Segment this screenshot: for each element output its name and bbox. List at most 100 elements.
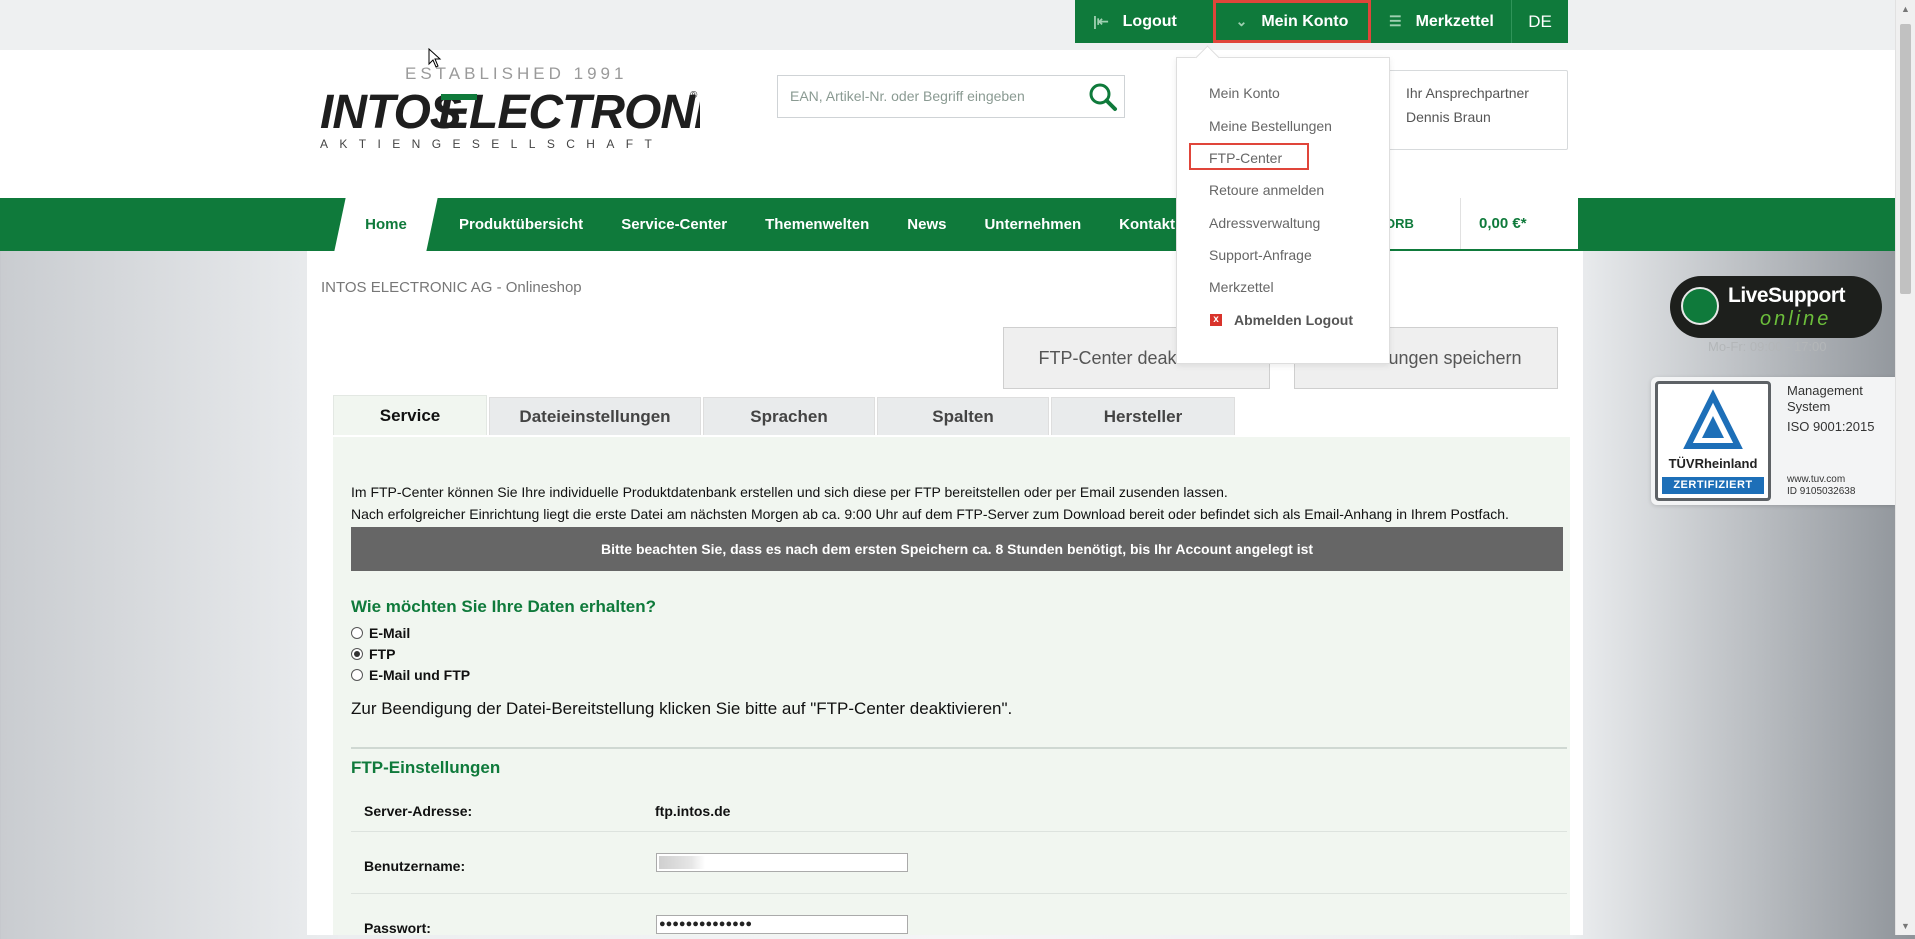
live-support-status: online [1760,308,1832,330]
option-ftp-label: FTP [369,646,396,662]
logout-link[interactable]: |⇤ Logout [1075,0,1213,43]
search-button[interactable] [1088,82,1118,112]
language-switcher[interactable]: DE [1511,0,1568,43]
tuv-web: www.tuv.com [1787,474,1846,485]
tuv-id: ID 9105032638 [1787,486,1856,497]
contact-person-box[interactable]: Ihr Ansprechpartner Dennis Braun [1378,70,1568,150]
dropdown-item-mein-konto[interactable]: Mein Konto [1209,85,1280,101]
scroll-up-icon[interactable]: ▲ [1896,0,1915,18]
mein-konto-dropdown: Mein Konto Meine Bestellungen FTP-Center… [1176,57,1390,364]
main-content: INTOS ELECTRONIC AG - Onlineshop FTP-Cen… [307,251,1583,936]
scrollbar-thumb[interactable] [1900,24,1911,294]
nav-produktuebersicht[interactable]: Produktübersicht [440,216,602,233]
tuv-line-3: ISO 9001:2015 [1787,419,1875,434]
tab-dateieinstellungen[interactable]: Dateieinstellungen [489,397,701,435]
search-box [777,75,1125,118]
tuv-certificate-badge[interactable]: TÜVRheinland ZERTIFIZIERT Management Sys… [1651,377,1895,505]
page-scrollbar[interactable]: ▲ ▼ [1895,0,1915,935]
dropdown-item-ftp-center[interactable]: FTP-Center [1209,150,1282,166]
option-email-and-ftp[interactable]: E-Mail und FTP [351,667,470,683]
ftp-settings-heading: FTP-Einstellungen [351,758,501,777]
radio-ftp[interactable] [351,648,363,660]
tuv-system-text: Management System ISO 9001:2015 [1787,383,1874,435]
list-icon: ☰ [1389,13,1402,29]
option-email-label: E-Mail [369,625,411,641]
live-support-widget[interactable]: LiveSupport online [1670,276,1882,338]
search-input[interactable] [778,76,1102,116]
nav-home[interactable]: Home [334,198,438,251]
logo-green-bar [441,94,477,100]
dropdown-item-adressverwaltung[interactable]: Adressverwaltung [1209,215,1320,231]
server-address-row: Server-Adresse: ftp.intos.de [351,783,1567,832]
header-top-strip [0,0,1895,50]
merkzettel-link[interactable]: ☰ Merkzettel [1371,0,1511,43]
mouse-cursor-icon [428,48,442,68]
logo-brand-right: ELECTRONIC [438,86,700,139]
tab-sprachen[interactable]: Sprachen [703,397,875,435]
logout-icon: |⇤ [1093,13,1109,29]
service-intro: Im FTP-Center können Sie Ihre individuel… [351,481,1509,525]
svg-text:®: ® [690,90,698,101]
server-address-label: Server-Adresse: [364,803,473,819]
dropdown-item-merkzettel[interactable]: Merkzettel [1209,279,1274,295]
username-row: Benutzername: [351,832,1567,894]
intos-logo[interactable]: ESTABLISHED 1991 INTOS ELECTRONIC ® AKTI… [320,64,700,154]
nav-news[interactable]: News [888,216,965,233]
top-account-bar: |⇤ Logout ⌄ Mein Konto ☰ Merkzettel DE [1075,0,1568,43]
cart-widget[interactable]: ORB 0,00 €* [1367,198,1578,249]
option-email[interactable]: E-Mail [351,625,410,641]
contact-name: Dennis Braun [1406,109,1491,125]
deactivate-instruction: Zur Beendigung der Datei-Bereitstellung … [351,699,1013,718]
nav-unternehmen[interactable]: Unternehmen [965,216,1100,233]
tab-service[interactable]: Service [333,395,487,435]
contact-title: Ihr Ansprechpartner [1406,85,1529,101]
live-support-title: LiveSupport [1728,284,1846,307]
notice-banner: Bitte beachten Sie, dass es nach dem ers… [351,527,1563,571]
radio-email-and-ftp[interactable] [351,669,363,681]
username-field[interactable] [656,853,908,872]
password-field[interactable]: ●●●●●●●●●●●●●● [656,915,908,934]
scroll-down-icon[interactable]: ▼ [1896,917,1915,935]
option-email-and-ftp-label: E-Mail und FTP [369,667,471,683]
live-support-hours: Mo-Fr: 09:00 - 17:00 [1708,339,1827,354]
live-support-status-icon [1681,287,1719,325]
merkzettel-label: Merkzettel [1415,12,1494,30]
redacted-username [659,856,705,869]
logout-label: Logout [1122,12,1177,30]
close-icon: x [1210,314,1222,326]
breadcrumb[interactable]: INTOS ELECTRONIC AG - Onlineshop [321,279,582,296]
header: |⇤ Logout ⌄ Mein Konto ☰ Merkzettel DE E… [0,0,1895,198]
dropdown-item-support-anfrage[interactable]: Support-Anfrage [1209,247,1312,263]
dropdown-item-logout[interactable]: x Abmelden Logout [1210,312,1353,328]
radio-email[interactable] [351,627,363,639]
cart-price: 0,00 €* [1460,198,1527,249]
logo-wordmark: INTOS ELECTRONIC ® AKTIENGESELLSCHAFT [320,86,700,151]
nav-themenwelten[interactable]: Themenwelten [746,216,888,233]
tuv-line-2: System [1787,399,1831,414]
divider [351,747,1567,749]
tuv-footer-text: www.tuv.com ID 9105032638 [1787,474,1855,498]
dropdown-item-retoure-anmelden[interactable]: Retoure anmelden [1209,182,1324,198]
nav-home-label: Home [365,216,407,233]
tuv-triangle-icon [1683,389,1743,449]
intro-line-1: Im FTP-Center können Sie Ihre individuel… [351,484,1228,500]
tuv-certified-label: ZERTIFIZIERT [1662,477,1764,494]
server-address-value: ftp.intos.de [655,803,731,819]
mein-konto-button[interactable]: ⌄ Mein Konto [1213,0,1371,43]
search-icon [1089,83,1117,111]
intro-line-2: Nach erfolgreicher Einrichtung liegt die… [351,506,1509,522]
nav-service-center[interactable]: Service-Center [602,216,746,233]
service-panel: Im FTP-Center können Sie Ihre individuel… [333,437,1570,936]
settings-tabs: Service Dateieinstellungen Sprachen Spal… [333,395,1237,437]
dropdown-item-meine-bestellungen[interactable]: Meine Bestellungen [1209,118,1332,134]
tuv-name: TÜVRheinland [1668,456,1758,471]
tab-spalten[interactable]: Spalten [877,397,1049,435]
username-label: Benutzername: [364,858,466,874]
tuv-seal: TÜVRheinland ZERTIFIZIERT [1655,381,1771,501]
option-ftp[interactable]: FTP [351,646,395,662]
language-label: DE [1528,11,1552,31]
password-row: Passwort: ●●●●●●●●●●●●●● [351,894,1567,939]
tuv-line-1: Management [1787,383,1863,398]
delivery-question: Wie möchten Sie Ihre Daten erhalten? [351,597,656,616]
tab-hersteller[interactable]: Hersteller [1051,397,1235,435]
